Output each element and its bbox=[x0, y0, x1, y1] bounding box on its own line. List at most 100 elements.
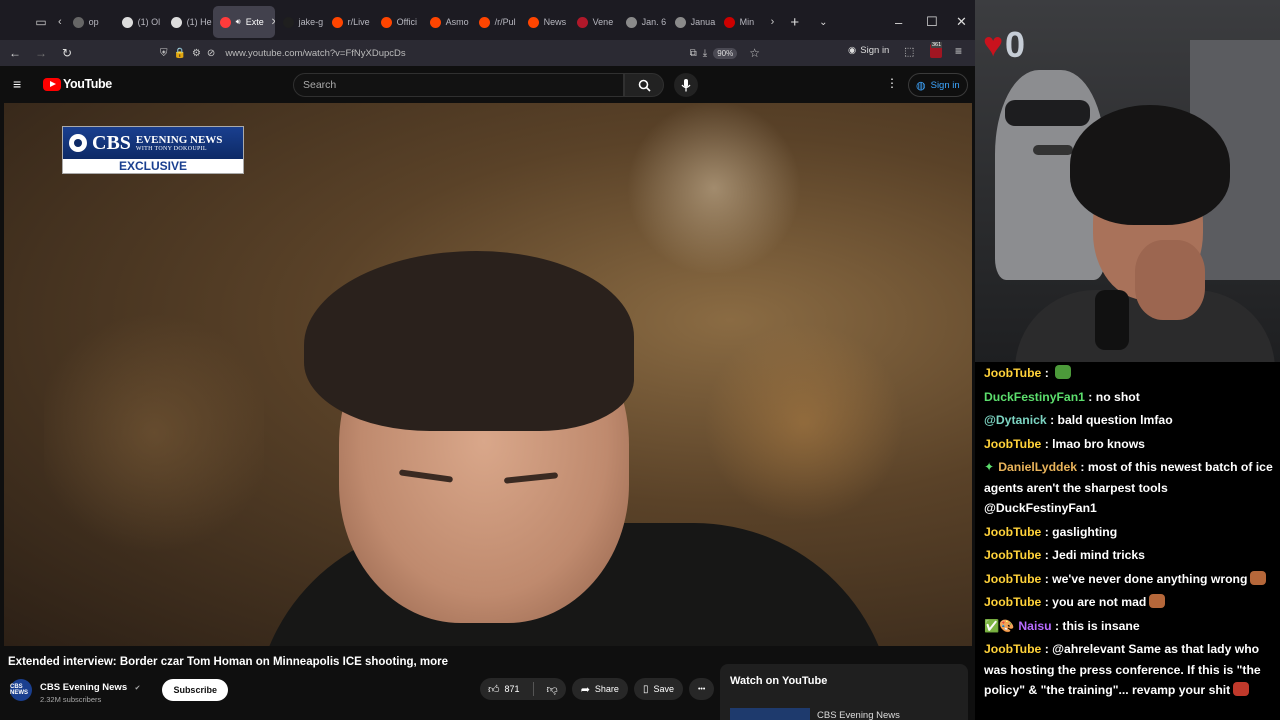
tab[interactable]: (1) He bbox=[164, 6, 212, 38]
maximize-icon[interactable]: ☐ bbox=[926, 0, 938, 44]
chat-username[interactable]: JoobTube bbox=[984, 642, 1041, 656]
tab-scroll-left-icon[interactable]: ‹ bbox=[58, 16, 62, 28]
search-input[interactable]: Search bbox=[293, 73, 624, 97]
extensions-icon[interactable]: ⬚ bbox=[904, 45, 914, 58]
download-icon[interactable]: ⤓ bbox=[703, 48, 707, 59]
tab[interactable]: /r/Pul bbox=[472, 6, 520, 38]
video-player[interactable]: CBS EVENING NEWS WITH TONY DOKOUPIL EXCL… bbox=[4, 103, 972, 646]
background-person-mustache bbox=[1033, 145, 1073, 155]
tab-label: Vene bbox=[592, 17, 614, 27]
cbs-exclusive-badge: CBS EVENING NEWS WITH TONY DOKOUPIL EXCL… bbox=[62, 126, 244, 174]
minimize-icon[interactable]: – bbox=[895, 0, 902, 44]
search-button[interactable] bbox=[624, 73, 664, 97]
forward-icon[interactable]: → bbox=[31, 46, 51, 60]
chat-username[interactable]: JoobTube bbox=[984, 595, 1041, 609]
bookmark-star-icon[interactable]: ☆ bbox=[749, 46, 760, 60]
favicon-icon bbox=[576, 16, 588, 28]
chat-text: we've never done anything wrong bbox=[1052, 571, 1248, 586]
voice-search-button[interactable] bbox=[674, 73, 698, 97]
favicon-icon bbox=[625, 16, 637, 28]
tab[interactable]: r/Live bbox=[325, 6, 373, 38]
tab[interactable]: op bbox=[66, 6, 114, 38]
url-bar[interactable]: ⛨ 🔒 ⚙ ⊘ www.youtube.com/watch?v=FfNyXDup… bbox=[154, 42, 766, 64]
chat-message: JoobTube : Jedi mind tricks bbox=[984, 545, 1280, 566]
tab[interactable]: Vene bbox=[570, 6, 618, 38]
subscribe-button[interactable]: Subscribe bbox=[162, 679, 228, 701]
back-icon[interactable]: ← bbox=[5, 46, 25, 60]
chat-username[interactable]: DanielLyddek bbox=[998, 460, 1077, 474]
watch-on-youtube-panel[interactable]: Watch on YouTube CBS Evening News bbox=[720, 664, 968, 720]
dislike-button[interactable]: 👎︎ bbox=[539, 683, 566, 696]
chat-text: you are not mad bbox=[1052, 595, 1147, 609]
bookmark-icon: ▯ bbox=[642, 683, 649, 695]
tab[interactable]: jake-g bbox=[276, 6, 324, 38]
share-button[interactable]: ➦ Share bbox=[571, 678, 628, 700]
nav-toolbar: ← → ↻ ⛨ 🔒 ⚙ ⊘ www.youtube.com/watch?v=Ff… bbox=[0, 40, 975, 66]
hamburger-icon[interactable]: ≡ bbox=[13, 76, 21, 92]
mute-site-icon[interactable]: ⊘ bbox=[207, 48, 215, 59]
tab[interactable]: Janua bbox=[668, 6, 716, 38]
close-window-icon[interactable]: ✕ bbox=[956, 0, 967, 44]
chat-username[interactable]: Naisu bbox=[1018, 619, 1051, 633]
browser-signin[interactable]: ◉ Sign in bbox=[848, 45, 889, 56]
chat-emote-icon bbox=[1149, 594, 1166, 608]
chat-username[interactable]: @Dytanick bbox=[984, 413, 1047, 427]
chat-username[interactable]: JoobTube bbox=[984, 437, 1041, 451]
verified-icon: ✔ bbox=[134, 684, 141, 692]
tab-label: r/Live bbox=[347, 17, 370, 27]
tab-scroll-right-icon[interactable]: › bbox=[771, 16, 775, 28]
tab-overflow-icon[interactable]: ⌄ bbox=[819, 17, 827, 28]
tab[interactable]: Asmo bbox=[423, 6, 471, 38]
watch-panel-thumbnail[interactable] bbox=[730, 708, 810, 720]
channel-name-row: CBS Evening News ✔ bbox=[40, 677, 140, 695]
tabs-container: op (1) Ol (1) He 🔊︎ Exte ✕ jake-g r/Live Offici A… bbox=[66, 6, 765, 38]
zoom-level[interactable]: 90% bbox=[713, 47, 738, 59]
chat-username[interactable]: JoobTube bbox=[984, 572, 1041, 586]
tab[interactable]: Offici bbox=[374, 6, 422, 38]
chat-username[interactable]: DuckFestinyFan1 bbox=[984, 390, 1085, 404]
like-button[interactable]: 👍︎ 871 bbox=[480, 683, 528, 696]
more-options-icon[interactable]: ⋮ bbox=[886, 76, 898, 90]
youtube-logo[interactable]: YouTube bbox=[43, 77, 112, 91]
ext-badge: 361 bbox=[931, 42, 943, 48]
permissions-icon[interactable]: ⚙ bbox=[192, 48, 201, 59]
screen: ▭ ‹ op (1) Ol (1) He 🔊︎ Exte ✕ jake-g r/Live Off… bbox=[0, 0, 1280, 720]
favicon-icon bbox=[121, 16, 133, 28]
save-button[interactable]: ▯ Save bbox=[633, 678, 683, 700]
like-count: 871 bbox=[504, 684, 520, 694]
chat-username[interactable]: JoobTube bbox=[984, 366, 1041, 380]
more-actions-button[interactable]: ••• bbox=[688, 678, 715, 700]
speaker-icon[interactable]: 🔊︎ bbox=[236, 17, 241, 27]
url-text[interactable]: www.youtube.com/watch?v=FfNyXDupcDs bbox=[225, 48, 683, 59]
tab[interactable]: Jan. 6 bbox=[619, 6, 667, 38]
chat-username[interactable]: JoobTube bbox=[984, 548, 1041, 562]
close-tab-icon[interactable]: ✕ bbox=[271, 17, 275, 28]
tab-active[interactable]: 🔊︎ Exte ✕ bbox=[212, 6, 275, 38]
channel-name[interactable]: CBS Evening News bbox=[40, 682, 127, 693]
streamer-hair bbox=[1070, 105, 1230, 225]
youtube-signin-button[interactable]: ◍ Sign in bbox=[908, 73, 968, 97]
new-tab-icon[interactable]: + bbox=[790, 14, 799, 31]
video-actions: 👍︎ 871 👎︎ ➦ Share ▯ Save ••• bbox=[480, 678, 715, 700]
tab-label: Exte bbox=[245, 17, 264, 27]
pip-icon[interactable]: ⧉ bbox=[690, 48, 697, 59]
background-blur-right bbox=[704, 323, 904, 523]
youtube-header: ≡ YouTube Search ⋮ ◍ Sign in bbox=[0, 66, 975, 103]
tab-label: op bbox=[88, 17, 99, 27]
youtube-signin-label: Sign in bbox=[930, 79, 960, 91]
background-light bbox=[624, 103, 804, 273]
tracking-shield-icon[interactable]: ⛨ bbox=[160, 48, 168, 59]
youtube-logo-text: YouTube bbox=[63, 77, 112, 91]
tab[interactable]: News bbox=[521, 6, 569, 38]
reload-icon[interactable]: ↻ bbox=[57, 46, 77, 60]
account-icon: ◉ bbox=[848, 45, 857, 56]
chat-username[interactable]: JoobTube bbox=[984, 525, 1041, 539]
lock-icon[interactable]: 🔒 bbox=[174, 48, 186, 59]
tab[interactable]: Min bbox=[717, 6, 765, 38]
menu-icon[interactable]: ≡ bbox=[955, 44, 962, 58]
chat-message: JoobTube : gaslighting bbox=[984, 522, 1280, 543]
tab[interactable]: (1) Ol bbox=[115, 6, 163, 38]
tab-label: /r/Pul bbox=[494, 17, 516, 27]
channel-avatar[interactable]: CBS NEWS bbox=[10, 679, 32, 701]
tab-list-icon[interactable]: ▭ bbox=[28, 15, 54, 29]
